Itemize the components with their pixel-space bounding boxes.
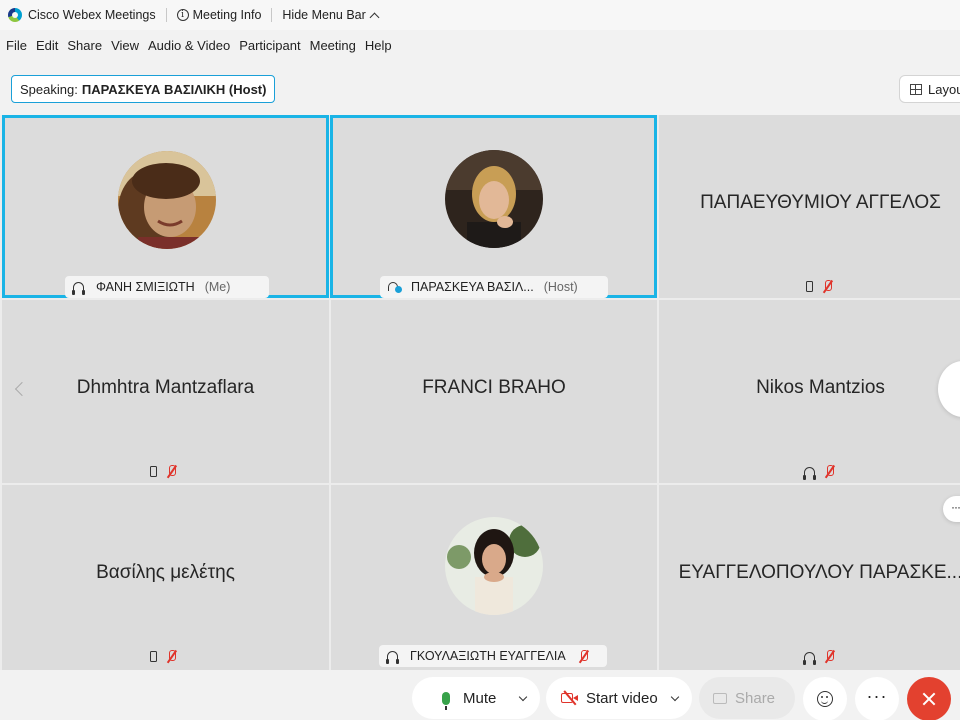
info-icon: i: [176, 9, 189, 21]
microphone-icon: [442, 691, 450, 710]
phone-icon: [150, 466, 157, 477]
menu-help[interactable]: Help: [365, 38, 392, 53]
headset-active-icon: [388, 281, 402, 293]
share-label: Share: [735, 689, 776, 707]
close-icon: [922, 692, 936, 706]
headset-icon: [72, 282, 85, 295]
name-chip: ΠΑΡΑΣΚΕΥΑ ΒΑΣΙΛ... (Host): [380, 276, 608, 298]
participant-name: ΦΑΝΗ ΣΜΙΞΙΩΤΗ: [96, 280, 195, 294]
participant-tile[interactable]: Βασίλης μελέτης: [2, 485, 329, 670]
mic-muted-icon: [578, 649, 589, 663]
participant-name: FRANCI BRAHO: [422, 377, 566, 398]
mic-muted-icon: [166, 650, 177, 663]
start-video-button[interactable]: Start video: [546, 677, 692, 719]
avatar: [118, 151, 216, 249]
participant-tile[interactable]: Nikos Mantzios: [659, 300, 960, 483]
hide-menu-bar-button[interactable]: Hide Menu Bar: [282, 8, 380, 22]
divider: [271, 8, 273, 22]
participant-name: Βασίλης μελέτης: [96, 562, 235, 583]
speaking-indicator: Speaking: ΠΑΡΑΣΚΕΥΑ ΒΑΣΙΛΙΚΗ (Host): [11, 75, 276, 103]
mic-muted-icon: [822, 280, 833, 293]
participant-role: (Host): [543, 280, 578, 294]
menu-meeting[interactable]: Meeting: [310, 38, 356, 53]
speaking-label: Speaking:: [20, 81, 78, 97]
mic-muted-icon: [824, 465, 835, 478]
divider: [165, 8, 167, 22]
menu-participant[interactable]: Participant: [239, 38, 300, 53]
participant-tile[interactable]: ΠΑΡΑΣΚΕΥΑ ΒΑΣΙΛ... (Host): [330, 115, 657, 298]
headset-icon: [803, 466, 816, 480]
menu-bar: File Edit Share View Audio & Video Parti…: [0, 34, 392, 56]
participant-tile[interactable]: ΠΑΠΑΕΥΘΥΜΙΟΥ ΑΓΓΕΛΟΣ: [659, 115, 960, 298]
participant-status: [803, 650, 835, 665]
app-title: Cisco Webex Meetings: [28, 8, 156, 22]
participant-status: [150, 465, 177, 478]
start-video-label: Start video: [586, 689, 658, 707]
name-chip: ΦΑΝΗ ΣΜΙΞΙΩΤΗ (Me): [65, 276, 269, 298]
participant-tile[interactable]: ΓΚΟΥΛΑΞΙΩΤΗ ΕΥΑΓΓΕΛΙΑ: [331, 485, 657, 670]
speaking-name: ΠΑΡΑΣΚΕΥΑ ΒΑΣΙΛΙΚΗ (Host): [81, 81, 267, 97]
headset-icon: [803, 651, 816, 665]
meeting-controls: Mute Start video Share ···: [0, 670, 960, 720]
participant-status: [150, 650, 177, 663]
participant-tile[interactable]: ΕΥΑΓΓΕΛΟΠΟΥΛΟΥ ΠΑΡΑΣΚΕ...: [659, 485, 960, 670]
more-options-button[interactable]: ···: [855, 677, 899, 720]
participant-tile[interactable]: Dhmhtra Mantzaflara: [2, 300, 329, 483]
grid-layout-icon: [910, 83, 922, 95]
reactions-button[interactable]: [803, 677, 847, 720]
webex-logo-icon: [8, 8, 22, 22]
participant-tile[interactable]: ΦΑΝΗ ΣΜΙΞΙΩΤΗ (Me): [2, 115, 329, 298]
avatar: [445, 517, 543, 615]
title-bar: Cisco Webex Meetings i Meeting Info Hide…: [0, 0, 960, 30]
menu-view[interactable]: View: [111, 38, 139, 53]
mute-button[interactable]: Mute: [412, 677, 540, 719]
phone-icon: [150, 651, 157, 662]
layout-button[interactable]: Layout: [899, 75, 960, 103]
menu-file[interactable]: File: [6, 38, 27, 53]
share-button[interactable]: Share: [699, 677, 795, 719]
mic-muted-icon: [824, 650, 835, 663]
participant-status: [803, 465, 835, 480]
chevron-down-icon[interactable]: [519, 692, 528, 701]
participant-status: [806, 280, 833, 293]
more-icon: ···: [866, 685, 888, 706]
menu-audio-video[interactable]: Audio & Video: [148, 38, 230, 53]
menu-edit[interactable]: Edit: [36, 38, 58, 53]
participant-grid: ΦΑΝΗ ΣΜΙΞΙΩΤΗ (Me) ΠΑΡΑΣΚΕΥΑ ΒΑΣΙΛ... (H…: [0, 115, 960, 670]
chevron-up-icon: [369, 12, 380, 22]
layout-label: Layout: [928, 81, 960, 97]
participant-name: Dhmhtra Mantzaflara: [76, 377, 255, 398]
share-icon: [713, 692, 727, 704]
phone-icon: [806, 281, 813, 292]
emoji-icon: [817, 691, 833, 707]
participant-name: ΕΥΑΓΓΕΛΟΠΟΥΛΟΥ ΠΑΡΑΣΚΕ...: [678, 562, 960, 583]
avatar: [445, 150, 543, 248]
menu-share[interactable]: Share: [67, 38, 102, 53]
participant-role: (Me): [204, 280, 231, 294]
meeting-info-button[interactable]: i Meeting Info: [176, 8, 262, 22]
video-off-icon: [561, 690, 579, 706]
hide-menu-bar-label: Hide Menu Bar: [282, 8, 366, 22]
name-chip: ΓΚΟΥΛΑΞΙΩΤΗ ΕΥΑΓΓΕΛΙΑ: [379, 645, 607, 667]
headset-icon: [386, 651, 399, 664]
participant-tile[interactable]: FRANCI BRAHO: [331, 300, 657, 483]
participant-name: ΓΚΟΥΛΑΞΙΩΤΗ ΕΥΑΓΓΕΛΙΑ: [410, 649, 566, 663]
mute-label: Mute: [463, 689, 497, 707]
participant-name: Nikos Mantzios: [756, 377, 885, 398]
meeting-info-label: Meeting Info: [192, 8, 262, 22]
mic-muted-icon: [166, 465, 177, 478]
chevron-down-icon[interactable]: [670, 692, 679, 701]
leave-meeting-button[interactable]: [907, 677, 951, 720]
participant-name: ΠΑΡΑΣΚΕΥΑ ΒΑΣΙΛ...: [411, 280, 534, 294]
participant-name: ΠΑΠΑΕΥΘΥΜΙΟΥ ΑΓΓΕΛΟΣ: [700, 192, 941, 213]
